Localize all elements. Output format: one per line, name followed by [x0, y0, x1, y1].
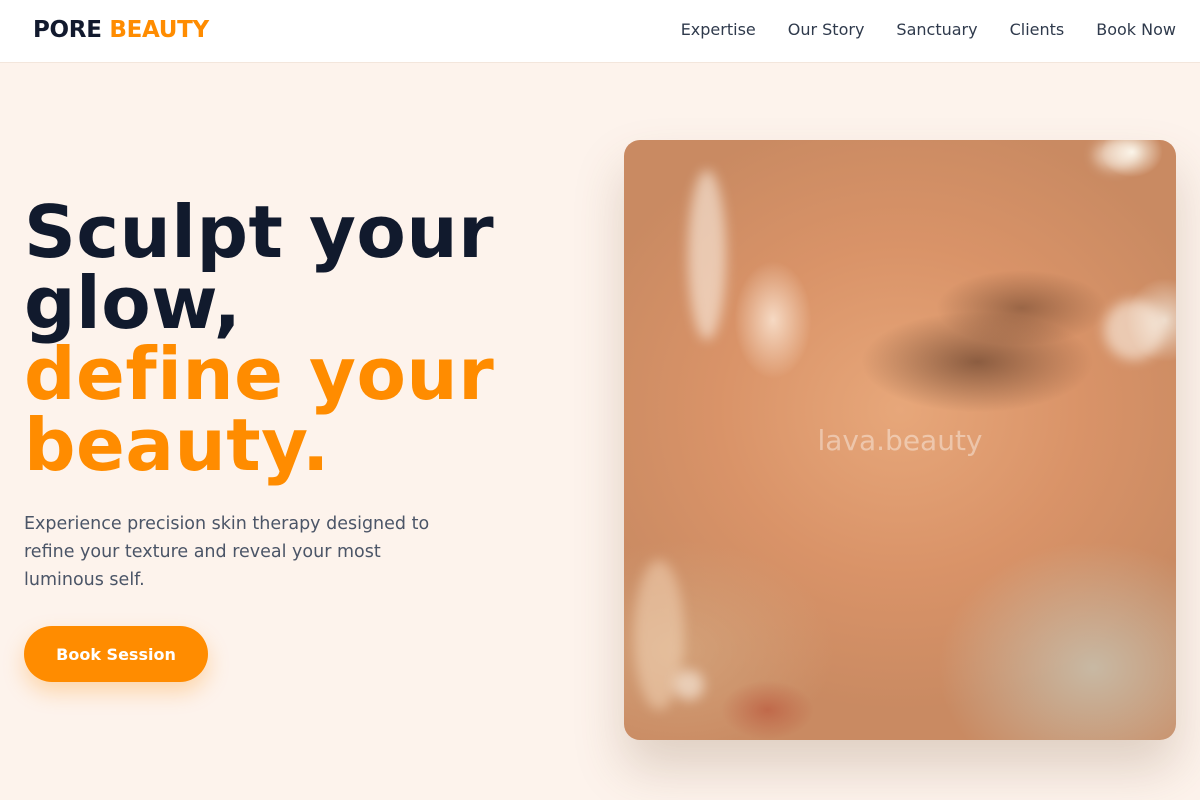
hero-headline-line3: define your — [24, 332, 495, 416]
nav-link-clients[interactable]: Clients — [1010, 20, 1065, 39]
hero-headline: Sculpt your glow, define your beauty. — [24, 190, 584, 487]
brand-name-part1: PORE — [33, 17, 102, 43]
hero-description: Experience precision skin therapy design… — [24, 514, 430, 590]
light-flare — [1094, 140, 1136, 170]
nav-link-our-story[interactable]: Our Story — [788, 20, 865, 39]
image-watermark: lava.beauty — [817, 424, 983, 457]
nav-link-sanctuary[interactable]: Sanctuary — [896, 20, 977, 39]
top-nav-bar: PORE BEAUTY Expertise Our Story Sanctuar… — [0, 0, 1200, 63]
nav-link-expertise[interactable]: Expertise — [681, 20, 756, 39]
hero-image: lava.beauty — [624, 140, 1176, 740]
light-flare — [674, 670, 704, 700]
hero-headline-line2: glow, — [24, 261, 242, 345]
hero-headline-line1: Sculpt your — [24, 190, 495, 274]
brand-logo[interactable]: PORE BEAUTY — [33, 17, 209, 43]
nav-link-book-now[interactable]: Book Now — [1096, 20, 1176, 39]
brand-name-part2: BEAUTY — [109, 17, 209, 43]
light-flare — [688, 170, 726, 340]
light-flare — [1104, 300, 1164, 360]
hero-headline-line4: beauty. — [24, 403, 330, 487]
main-nav: Expertise Our Story Sanctuary Clients Bo… — [681, 20, 1176, 39]
book-session-button[interactable]: Book Session — [24, 626, 208, 682]
